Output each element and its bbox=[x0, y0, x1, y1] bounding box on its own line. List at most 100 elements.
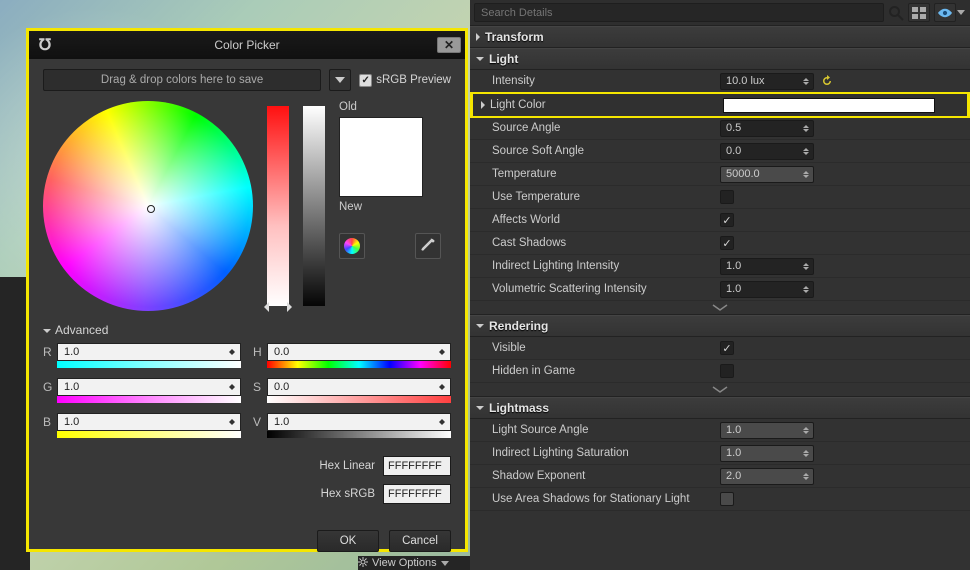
section-rendering[interactable]: Rendering bbox=[470, 315, 970, 337]
g-input[interactable]: 1.0 bbox=[57, 378, 241, 396]
visibility-dropdown[interactable] bbox=[956, 3, 966, 22]
expand-right-icon bbox=[481, 101, 485, 109]
reset-button[interactable] bbox=[820, 74, 834, 88]
volumetric-scatter-input[interactable]: 1.0 bbox=[720, 281, 814, 298]
property-matrix-button[interactable] bbox=[908, 3, 930, 22]
chevron-down-icon bbox=[335, 77, 345, 83]
expand-down-icon bbox=[476, 324, 484, 328]
prop-shadow-exponent: Shadow Exponent 2.0 bbox=[470, 465, 970, 488]
dialog-title: Color Picker bbox=[57, 38, 437, 52]
indirect-intensity-input[interactable]: 1.0 bbox=[720, 258, 814, 275]
srgb-label: sRGB Preview bbox=[376, 74, 451, 86]
hex-srgb-label: Hex sRGB bbox=[321, 488, 375, 500]
view-options-button[interactable]: View Options bbox=[358, 556, 470, 570]
prop-affects-world: Affects World ✓ bbox=[470, 209, 970, 232]
chevron-down-icon bbox=[441, 561, 449, 566]
light-source-angle-input[interactable]: 1.0 bbox=[720, 422, 814, 439]
color-theme-button[interactable] bbox=[339, 233, 365, 259]
eye-icon bbox=[938, 8, 952, 18]
hex-linear-label: Hex Linear bbox=[319, 460, 375, 472]
prop-cast-shadows: Cast Shadows ✓ bbox=[470, 232, 970, 255]
prop-use-temperature: Use Temperature bbox=[470, 186, 970, 209]
r-label: R bbox=[43, 345, 53, 359]
close-button[interactable]: ✕ bbox=[437, 37, 461, 53]
grid-icon bbox=[912, 7, 926, 19]
prop-light-source-angle: Light Source Angle 1.0 bbox=[470, 419, 970, 442]
use-area-shadows-checkbox[interactable] bbox=[720, 492, 734, 506]
prop-use-area-shadows: Use Area Shadows for Stationary Light bbox=[470, 488, 970, 511]
cast-shadows-checkbox[interactable]: ✓ bbox=[720, 236, 734, 250]
advanced-section-header[interactable]: Advanced bbox=[43, 323, 451, 337]
expand-down-icon bbox=[43, 329, 51, 333]
light-color-swatch[interactable] bbox=[723, 98, 935, 113]
prop-visible: Visible ✓ bbox=[470, 337, 970, 360]
use-temperature-checkbox[interactable] bbox=[720, 190, 734, 204]
color-picker-dialog: ℧ Color Picker ✕ Drag & drop colors here… bbox=[26, 28, 468, 552]
chevron-down-icon bbox=[709, 304, 731, 312]
prop-volumetric-scatter: Volumetric Scattering Intensity 1.0 bbox=[470, 278, 970, 301]
s-label: S bbox=[253, 380, 263, 394]
hex-srgb-input[interactable] bbox=[383, 484, 451, 504]
rainbow-circle-icon bbox=[344, 238, 360, 254]
details-panel: Transform Light Intensity 10.0 lux Light… bbox=[470, 0, 970, 570]
chevron-down-icon bbox=[957, 10, 965, 15]
affects-world-checkbox[interactable]: ✓ bbox=[720, 213, 734, 227]
r-input[interactable]: 1.0 bbox=[57, 343, 241, 361]
v-input[interactable]: 1.0 bbox=[267, 413, 451, 431]
hex-linear-input[interactable] bbox=[383, 456, 451, 476]
ok-button[interactable]: OK bbox=[317, 530, 379, 552]
prop-temperature: Temperature 5000.0 bbox=[470, 163, 970, 186]
visibility-filter-button[interactable] bbox=[934, 3, 956, 22]
indirect-saturation-input[interactable]: 1.0 bbox=[720, 445, 814, 462]
prop-light-color-highlighted: Light Color bbox=[470, 92, 970, 118]
prop-source-soft-angle: Source Soft Angle 0.0 bbox=[470, 140, 970, 163]
prop-indirect-saturation: Indirect Lighting Saturation 1.0 bbox=[470, 442, 970, 465]
light-advanced-toggle[interactable] bbox=[470, 301, 970, 315]
dialog-titlebar[interactable]: ℧ Color Picker ✕ bbox=[29, 31, 465, 59]
search-input[interactable] bbox=[474, 3, 884, 22]
section-lightmass[interactable]: Lightmass bbox=[470, 397, 970, 419]
prop-intensity: Intensity 10.0 lux bbox=[470, 70, 970, 93]
expand-down-icon bbox=[476, 57, 484, 61]
eyedropper-icon bbox=[420, 238, 436, 254]
expand-down-icon bbox=[476, 406, 484, 410]
srgb-preview-toggle[interactable]: ✓ sRGB Preview bbox=[359, 74, 451, 87]
color-wheel-cursor[interactable] bbox=[147, 205, 155, 213]
reset-icon bbox=[821, 75, 833, 87]
gear-icon bbox=[358, 557, 368, 570]
temperature-input[interactable]: 5000.0 bbox=[720, 166, 814, 183]
source-soft-angle-input[interactable]: 0.0 bbox=[720, 143, 814, 160]
b-input[interactable]: 1.0 bbox=[57, 413, 241, 431]
prop-indirect-intensity: Indirect Lighting Intensity 1.0 bbox=[470, 255, 970, 278]
old-color-label: Old bbox=[339, 101, 441, 113]
saturation-slider[interactable] bbox=[267, 106, 289, 306]
cancel-button[interactable]: Cancel bbox=[389, 530, 451, 552]
color-wheel[interactable] bbox=[43, 101, 253, 311]
old-new-swatch[interactable] bbox=[339, 117, 423, 197]
eyedropper-button[interactable] bbox=[415, 233, 441, 259]
checkbox-checked-icon: ✓ bbox=[359, 74, 372, 87]
prop-hidden-in-game: Hidden in Game bbox=[470, 360, 970, 383]
hidden-in-game-checkbox[interactable] bbox=[720, 364, 734, 378]
new-color-label: New bbox=[339, 201, 441, 213]
h-input[interactable]: 0.0 bbox=[267, 343, 451, 361]
visible-checkbox[interactable]: ✓ bbox=[720, 341, 734, 355]
s-input[interactable]: 0.0 bbox=[267, 378, 451, 396]
section-transform[interactable]: Transform bbox=[470, 26, 970, 48]
prop-source-angle: Source Angle 0.5 bbox=[470, 117, 970, 140]
unreal-logo-icon: ℧ bbox=[33, 33, 57, 57]
color-drop-area[interactable]: Drag & drop colors here to save bbox=[43, 69, 321, 91]
v-label: V bbox=[253, 415, 263, 429]
expand-right-icon bbox=[476, 33, 480, 41]
section-light[interactable]: Light bbox=[470, 48, 970, 70]
intensity-input[interactable]: 10.0 lux bbox=[720, 73, 814, 90]
saved-colors-dropdown[interactable] bbox=[329, 69, 351, 91]
search-icon[interactable] bbox=[888, 5, 904, 21]
value-slider[interactable] bbox=[303, 106, 325, 306]
b-label: B bbox=[43, 415, 53, 429]
shadow-exponent-input[interactable]: 2.0 bbox=[720, 468, 814, 485]
source-angle-input[interactable]: 0.5 bbox=[720, 120, 814, 137]
h-label: H bbox=[253, 345, 263, 359]
rendering-advanced-toggle[interactable] bbox=[470, 383, 970, 397]
g-label: G bbox=[43, 380, 53, 394]
